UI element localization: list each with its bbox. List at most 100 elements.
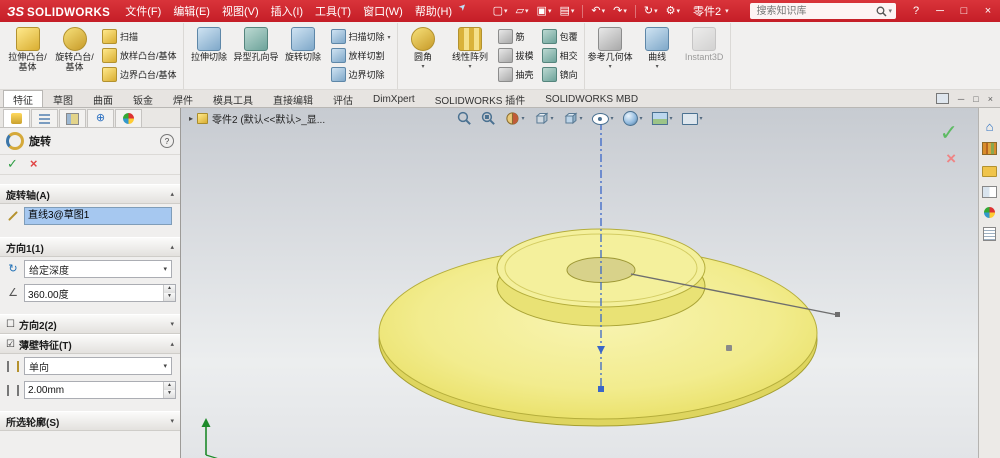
help-button[interactable]: ?	[904, 0, 928, 22]
help-icon[interactable]: ?	[160, 134, 174, 148]
search-caret-icon[interactable]: ▾	[888, 7, 892, 15]
close-button[interactable]: ×	[976, 0, 1000, 22]
shell-button[interactable]: 抽壳	[497, 67, 535, 82]
doc-restore-button[interactable]: □	[973, 94, 978, 104]
direction2-section-header[interactable]: ☐ 方向2(2) ▾	[0, 314, 180, 334]
menu-view[interactable]: 视图(V)	[216, 0, 265, 22]
swept-boss-button[interactable]: 扫描	[101, 29, 178, 44]
search-input[interactable]	[754, 5, 876, 18]
menu-help[interactable]: 帮助(H)	[409, 0, 458, 22]
menu-edit[interactable]: 编辑(E)	[167, 0, 216, 22]
breadcrumb-text[interactable]: 零件2 (默认<<默认>_显...	[212, 111, 325, 126]
print-button[interactable]: ▤▾	[556, 2, 577, 20]
appearances-scenes-button[interactable]	[984, 207, 995, 218]
file-explorer-button[interactable]	[982, 166, 997, 177]
tab-configuration-manager[interactable]	[59, 109, 86, 127]
menu-window[interactable]: 窗口(W)	[357, 0, 409, 22]
thin-type-dropdown[interactable]: 单向 ▾	[24, 357, 172, 375]
spin-up-button[interactable]: ▲	[164, 285, 175, 293]
display-style-button[interactable]: ▾	[561, 110, 583, 127]
menu-tools[interactable]: 工具(T)	[309, 0, 357, 22]
cancel-button[interactable]: ×	[30, 157, 38, 171]
zoom-fit-button[interactable]	[455, 110, 472, 127]
direction1-section-header[interactable]: 方向1(1) ▴	[0, 237, 180, 257]
spin-up-button[interactable]: ▲	[164, 382, 175, 390]
tab-surfaces[interactable]: 曲面	[83, 90, 123, 107]
edit-appearance-button[interactable]: ▾	[622, 110, 644, 127]
confirm-cancel-button[interactable]: ×	[946, 149, 956, 169]
boundary-cut-button[interactable]: 边界切除	[330, 67, 392, 82]
lofted-cut-button[interactable]: 放样切割	[330, 48, 392, 63]
view-palette-button[interactable]	[982, 186, 997, 198]
tab-evaluate[interactable]: 评估	[323, 90, 363, 107]
tab-display-manager[interactable]	[115, 109, 142, 127]
boundary-boss-button[interactable]: 边界凸台/基体	[101, 67, 178, 82]
sketch-endpoint-marker[interactable]	[835, 312, 840, 317]
tab-weldments[interactable]: 焊件	[163, 90, 203, 107]
minimize-button[interactable]: ─	[928, 0, 952, 22]
doc-close-button[interactable]: ×	[988, 94, 993, 104]
axis-bottom-handle[interactable]	[598, 386, 604, 392]
revolve-direction-icon[interactable]: ↻	[6, 262, 20, 276]
sketch-point-marker[interactable]	[726, 345, 732, 351]
hide-show-items-button[interactable]: ▾	[590, 112, 614, 126]
graphics-viewport[interactable]: ▸ 零件2 (默认<<默认>_显... ▾ ▾	[181, 108, 978, 458]
mirror-button[interactable]: 镜向	[541, 67, 579, 82]
lofted-boss-button[interactable]: 放样凸台/基体	[101, 48, 178, 63]
spin-down-button[interactable]: ▼	[164, 390, 175, 398]
ok-button[interactable]: ✓	[7, 157, 18, 171]
redo-button[interactable]: ↷▾	[610, 2, 630, 20]
rebuild-button[interactable]: ↻▾	[641, 2, 661, 20]
fillet-button[interactable]: 圆角 ▾	[400, 24, 447, 89]
tab-features[interactable]: 特征	[3, 90, 43, 107]
resources-home-button[interactable]: ⌂	[986, 120, 994, 133]
thickness-input[interactable]	[25, 382, 163, 398]
confirm-ok-button[interactable]: ✓	[940, 120, 958, 146]
draft-button[interactable]: 拔模	[497, 48, 535, 63]
section-view-button[interactable]: ▾	[503, 110, 525, 127]
revolved-boss-button[interactable]: 旋转凸台/基体	[51, 24, 98, 89]
options-button[interactable]: ⚙▾	[663, 2, 683, 20]
tab-direct-editing[interactable]: 直接编辑	[263, 90, 323, 107]
menu-insert[interactable]: 插入(I)	[265, 0, 309, 22]
axis-selected-item[interactable]: 直线3@草图1	[25, 208, 171, 224]
menu-file[interactable]: 文件(F)	[119, 0, 167, 22]
hole-wizard-button[interactable]: 异型孔向导	[233, 24, 280, 89]
view-orientation-button[interactable]: ▾	[532, 110, 554, 127]
tab-property-manager[interactable]	[3, 109, 30, 127]
tab-feature-manager[interactable]	[31, 109, 58, 127]
tab-mold-tools[interactable]: 模具工具	[203, 90, 263, 107]
undo-button[interactable]: ↶▾	[588, 2, 608, 20]
extruded-cut-button[interactable]: 拉伸切除	[186, 24, 233, 89]
curves-button[interactable]: 曲线 ▾	[634, 24, 681, 89]
tab-sketch[interactable]: 草图	[43, 90, 83, 107]
tab-solidworks-addins[interactable]: SOLIDWORKS 插件	[425, 90, 536, 107]
swept-cut-button[interactable]: 扫描切除▾	[330, 29, 392, 44]
end-condition-dropdown[interactable]: 给定深度 ▾	[24, 260, 172, 278]
open-document-button[interactable]: ▱▾	[513, 2, 532, 20]
extruded-boss-button[interactable]: 拉伸凸台/基体	[4, 24, 51, 89]
breadcrumb-arrow-icon[interactable]: ▸	[189, 114, 193, 123]
axis-selection-box[interactable]: 直线3@草图1	[24, 207, 172, 225]
tab-dimxpert-manager[interactable]: ⊕	[87, 109, 114, 127]
axis-section-header[interactable]: 旋转轴(A) ▴	[0, 184, 180, 204]
search-icon[interactable]	[876, 6, 887, 17]
thin-feature-section-header[interactable]: ☑ 薄壁特征(T) ▴	[0, 334, 180, 354]
document-title[interactable]: 零件2 ▾	[693, 3, 729, 19]
rib-button[interactable]: 筋	[497, 29, 535, 44]
spin-down-button[interactable]: ▼	[164, 293, 175, 301]
thin-feature-checkbox[interactable]: ☑	[6, 339, 15, 350]
tab-solidworks-mbd[interactable]: SOLIDWORKS MBD	[535, 90, 648, 107]
reference-geometry-button[interactable]: 参考几何体 ▾	[587, 24, 634, 89]
angle-input[interactable]	[25, 285, 163, 301]
save-button[interactable]: ▣▾	[534, 2, 555, 20]
design-library-button[interactable]	[982, 142, 997, 155]
linear-pattern-button[interactable]: 线性阵列 ▾	[447, 24, 494, 89]
apply-scene-button[interactable]: ▾	[651, 111, 674, 126]
intersect-button[interactable]: 相交	[541, 48, 579, 63]
contours-section-header[interactable]: 所选轮廓(S) ▾	[0, 411, 180, 431]
tab-sheet-metal[interactable]: 钣金	[123, 90, 163, 107]
breadcrumb[interactable]: ▸ 零件2 (默认<<默认>_显...	[189, 111, 325, 126]
instant3d-button[interactable]: Instant3D	[681, 24, 728, 89]
revolved-cut-button[interactable]: 旋转切除	[280, 24, 327, 89]
